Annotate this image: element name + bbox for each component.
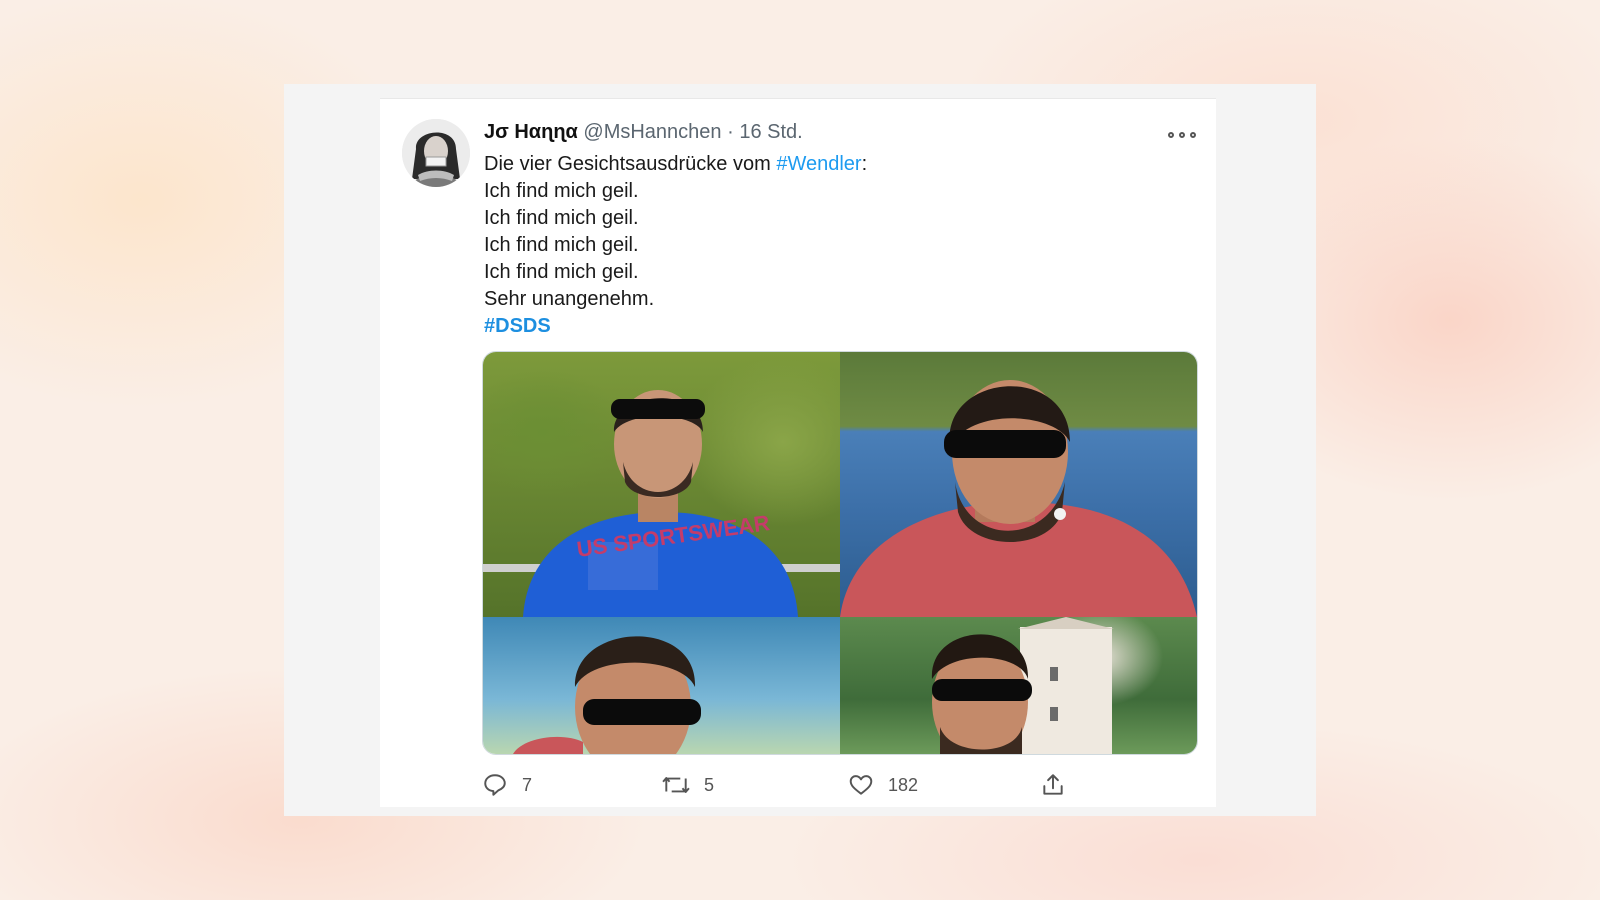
- tweet-line-3: Ich find mich geil.: [484, 234, 639, 256]
- share-icon: [1043, 774, 1063, 795]
- hashtag-wendler[interactable]: #Wendler: [776, 153, 861, 175]
- photo-3[interactable]: [483, 617, 840, 754]
- more-icon[interactable]: [1168, 125, 1196, 145]
- photo-4-figure: [931, 617, 1114, 754]
- photo-4[interactable]: [840, 617, 1197, 754]
- retweet-count: 5: [704, 774, 715, 795]
- heart-icon: [849, 775, 873, 795]
- tweet-line-intro: Die vier Gesichtsausdrücke vom #Wendler:: [484, 151, 1174, 178]
- reply-icon: [484, 774, 506, 796]
- separator-dot: ·: [727, 121, 734, 143]
- reply-button[interactable]: 7: [482, 767, 532, 803]
- tweet-line-2: Ich find mich geil.: [484, 207, 639, 229]
- user-handle[interactable]: @MsHannchen: [583, 121, 721, 143]
- intro-colon: :: [861, 153, 868, 175]
- display-name[interactable]: Jσ Ηαɳɳα: [484, 121, 578, 143]
- tweet-card: Jσ Ηαɳɳα @MsHannchen · 16 Std. Die vier …: [380, 98, 1216, 807]
- tweet-header: Jσ Ηαɳɳα @MsHannchen · 16 Std.: [484, 121, 1196, 151]
- avatar[interactable]: [402, 119, 470, 187]
- photo-2[interactable]: [840, 352, 1197, 617]
- tweet-line-1: Ich find mich geil.: [484, 180, 639, 202]
- photo-3-figure: [513, 636, 701, 754]
- photo-1[interactable]: US SPORTSWEAR: [483, 352, 840, 617]
- like-button[interactable]: 182: [848, 767, 918, 803]
- share-button[interactable]: [1040, 767, 1066, 803]
- reply-count: 7: [522, 774, 533, 795]
- photo-2-figure: [840, 380, 1197, 617]
- like-count: 182: [888, 774, 919, 795]
- avatar-image: [402, 119, 470, 187]
- photo-grid[interactable]: US SPORTSWEAR: [482, 351, 1198, 755]
- timestamp[interactable]: 16 Std.: [739, 121, 802, 143]
- retweet-icon: [662, 777, 690, 793]
- tweet-text: Die vier Gesichtsausdrücke vom #Wendler:…: [484, 151, 1174, 340]
- screenshot-frame: Jσ Ηαɳɳα @MsHannchen · 16 Std. Die vier …: [284, 84, 1316, 816]
- action-bar: 7 5 182: [482, 767, 1196, 807]
- tweet-line-5: Sehr unangenehm.: [484, 288, 655, 310]
- hashtag-dsds[interactable]: #DSDS: [484, 315, 551, 337]
- intro-text: Die vier Gesichtsausdrücke vom: [484, 153, 777, 175]
- retweet-button[interactable]: 5: [662, 767, 714, 803]
- photo-1-figure: US SPORTSWEAR: [483, 390, 840, 617]
- tweet-line-4: Ich find mich geil.: [484, 261, 639, 283]
